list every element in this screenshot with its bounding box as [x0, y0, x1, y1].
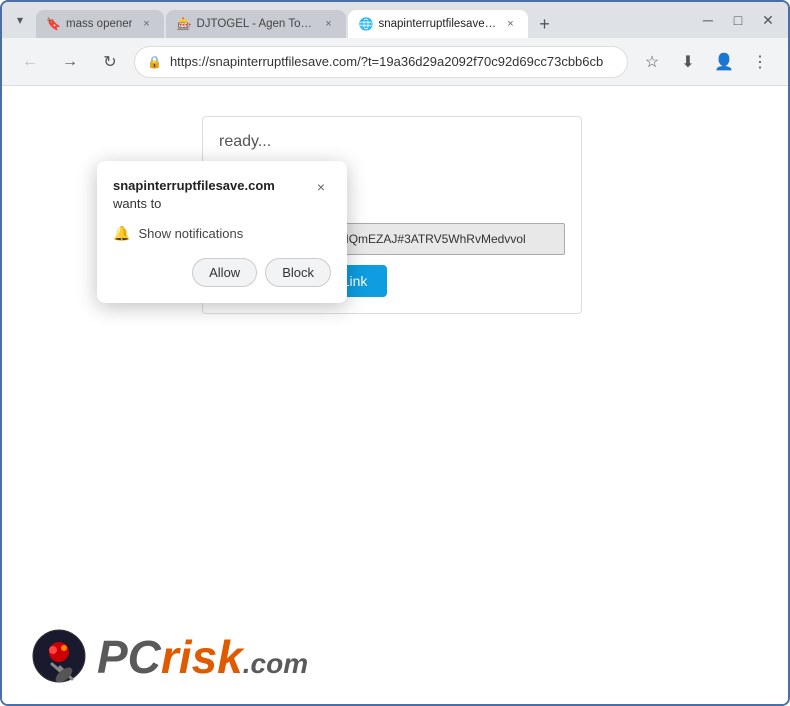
tab-scroll-left[interactable]: ▾ — [10, 2, 30, 38]
block-button[interactable]: Block — [265, 258, 331, 287]
profile-button[interactable]: 👤 — [708, 46, 740, 78]
tab-snapinterrupt[interactable]: 🌐 snapinterruptfilesave.com/?t-... × — [348, 10, 528, 38]
tab1-label: mass opener — [66, 18, 132, 30]
address-bar[interactable]: 🔒 https://snapinterruptfilesave.com/?t=1… — [134, 46, 628, 78]
maximize-button[interactable]: □ — [726, 8, 750, 32]
popup-header: snapinterruptfilesave.com wants to × — [113, 177, 331, 213]
popup-domain: snapinterruptfilesave.com — [113, 178, 275, 193]
tab-bar: 🔖 mass opener × 🎰 DJTOGEL - Agen Togel O… — [36, 2, 690, 38]
lock-icon: 🔒 — [147, 55, 162, 69]
navigation-bar: ← → ↻ 🔒 https://snapinterruptfilesave.co… — [2, 38, 788, 86]
permission-label: Show notifications — [138, 226, 243, 241]
tab-djtogel[interactable]: 🎰 DJTOGEL - Agen Togel Online... × — [166, 10, 346, 38]
pcrisk-icon — [32, 629, 87, 684]
back-button[interactable]: ← — [14, 46, 46, 78]
pc-text: PC — [97, 631, 161, 683]
bookmark-button[interactable]: ☆ — [636, 46, 668, 78]
tab1-favicon: 🔖 — [46, 17, 60, 31]
tab2-favicon: 🎰 — [176, 17, 190, 31]
title-bar: ▾ 🔖 mass opener × 🎰 DJTOGEL - Agen Togel… — [2, 2, 788, 38]
window-controls: ─ □ ✕ — [696, 8, 780, 32]
tab1-close[interactable]: × — [138, 16, 154, 32]
popup-close-button[interactable]: × — [311, 177, 331, 197]
nav-right-icons: ☆ ⬇ 👤 ⋮ — [636, 46, 776, 78]
bell-icon: 🔔 — [113, 225, 130, 242]
new-tab-button[interactable]: + — [530, 10, 558, 38]
content-ready-text: ready... — [219, 133, 565, 151]
tab3-label: snapinterruptfilesave.com/?t-... — [378, 18, 496, 30]
allow-button[interactable]: Allow — [192, 258, 257, 287]
tab2-label: DJTOGEL - Agen Togel Online... — [196, 18, 314, 30]
com-text: .com — [243, 648, 308, 679]
tab3-close[interactable]: × — [502, 16, 518, 32]
pcrisk-logo: PCrisk.com — [32, 629, 308, 684]
page-content: snapinterruptfilesave.com wants to × 🔔 S… — [2, 86, 788, 704]
permission-popup: snapinterruptfilesave.com wants to × 🔔 S… — [97, 161, 347, 303]
close-window-button[interactable]: ✕ — [756, 8, 780, 32]
permission-item: 🔔 Show notifications — [113, 225, 331, 242]
popup-title: snapinterruptfilesave.com wants to — [113, 177, 311, 213]
tab2-close[interactable]: × — [320, 16, 336, 32]
browser-window: ▾ 🔖 mass opener × 🎰 DJTOGEL - Agen Togel… — [0, 0, 790, 706]
tab3-favicon: 🌐 — [358, 17, 372, 31]
refresh-button[interactable]: ↻ — [94, 46, 126, 78]
tab-mass-opener[interactable]: 🔖 mass opener × — [36, 10, 164, 38]
popup-wants-to: wants to — [113, 196, 161, 211]
menu-button[interactable]: ⋮ — [744, 46, 776, 78]
popup-buttons: Allow Block — [113, 258, 331, 287]
download-button[interactable]: ⬇ — [672, 46, 704, 78]
forward-button[interactable]: → — [54, 46, 86, 78]
pcrisk-text: PCrisk.com — [97, 630, 308, 684]
minimize-button[interactable]: ─ — [696, 8, 720, 32]
risk-text: risk — [161, 631, 243, 683]
address-text: https://snapinterruptfilesave.com/?t=19a… — [170, 54, 615, 69]
